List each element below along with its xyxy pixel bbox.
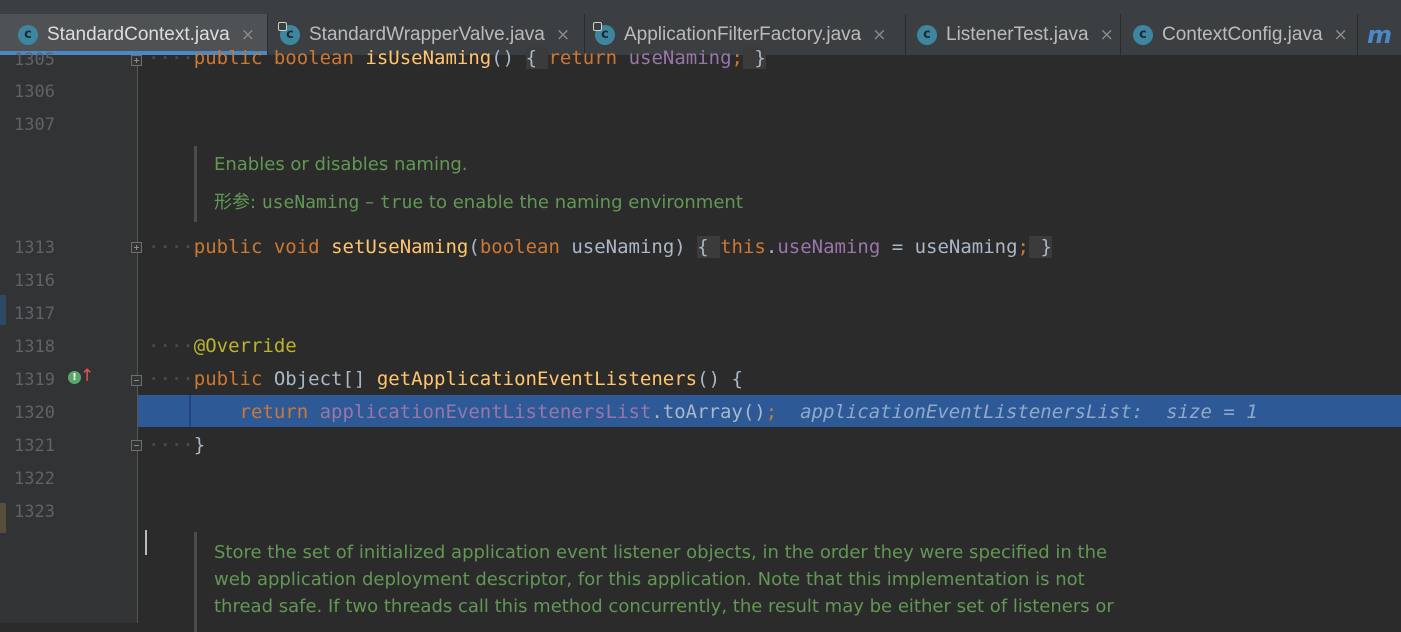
line-number: 1318	[14, 337, 55, 357]
fold-expand-icon[interactable]	[131, 55, 142, 66]
code-line-set-use-naming[interactable]: ····public void setUseNaming(boolean use…	[148, 235, 1052, 259]
gutter-border	[137, 55, 138, 623]
tab-label: StandardContext.java	[47, 23, 230, 45]
code-line-is-use-naming[interactable]: ····public boolean isUseNaming() { retur…	[148, 46, 766, 70]
code-line-get-listeners[interactable]: ····public Object[] getApplicationEventL…	[148, 367, 743, 391]
fold-collapse-icon[interactable]	[131, 440, 142, 451]
debug-inline-value: applicationEventListenersList: size = 1	[800, 401, 1258, 423]
doc-line: web application deployment descriptor, f…	[214, 569, 1085, 590]
text-caret	[145, 530, 147, 555]
class-c-icon: c	[1133, 24, 1153, 45]
tab-context-config[interactable]: c ContextConfig.java ×	[1121, 14, 1357, 55]
close-icon[interactable]: ×	[1334, 25, 1348, 45]
line-number: 1322	[14, 469, 55, 489]
class-c-icon: c	[917, 24, 937, 45]
line-number: 1307	[14, 115, 55, 135]
line-number: 1320	[14, 403, 55, 423]
fold-collapse-icon[interactable]	[131, 375, 142, 386]
tab-listener-test[interactable]: c ListenerTest.java ×	[906, 14, 1120, 55]
close-icon[interactable]: ×	[556, 25, 570, 45]
doc-comment-set-use-naming: Enables or disables naming. 形参: useNamin…	[194, 146, 743, 222]
close-icon[interactable]: ×	[1100, 25, 1114, 45]
line-number: 1316	[14, 271, 55, 291]
line-number: 1313	[14, 238, 55, 258]
class-c-icon: c	[18, 24, 38, 45]
close-icon[interactable]: ×	[241, 25, 255, 45]
doc-comment-listeners: Store the set of initialized application…	[194, 532, 1114, 632]
doc-summary: Enables or disables naming.	[214, 154, 468, 175]
fold-expand-icon[interactable]	[131, 242, 142, 253]
tab-label: ContextConfig.java	[1162, 23, 1323, 45]
maven-m-icon: m	[1367, 20, 1393, 49]
tab-label: ApplicationFilterFactory.java	[624, 23, 862, 45]
line-number: 1321	[14, 436, 55, 456]
code-line-closing-brace[interactable]: ····}	[148, 433, 205, 457]
line-number: 1305	[14, 50, 55, 70]
doc-line: Store the set of initialized application…	[214, 542, 1108, 563]
code-line-override[interactable]: ····@Override	[148, 334, 297, 358]
line-number: 1317	[14, 304, 55, 324]
close-icon[interactable]: ×	[872, 25, 886, 45]
class-c-locked-icon: c	[278, 21, 300, 45]
tab-label: StandardWrapperValve.java	[309, 23, 545, 45]
code-line-return[interactable]: return applicationEventListenersList.toA…	[148, 400, 1258, 424]
doc-param: 形参: useNaming – true to enable the namin…	[214, 192, 743, 213]
up-arrow-icon[interactable]: ↑	[80, 366, 94, 386]
gutter-marker	[0, 295, 6, 325]
tab-label: ListenerTest.java	[946, 23, 1089, 45]
line-number: 1306	[14, 82, 55, 102]
tab-overflow[interactable]: m	[1358, 14, 1401, 55]
top-strip	[0, 0, 1401, 14]
gutter-marker	[0, 503, 6, 533]
doc-line: thread safe. If two threads call this me…	[214, 596, 1114, 617]
class-c-locked-icon: c	[593, 21, 615, 45]
line-number: 1323	[14, 502, 55, 522]
line-number: 1319	[14, 370, 55, 390]
